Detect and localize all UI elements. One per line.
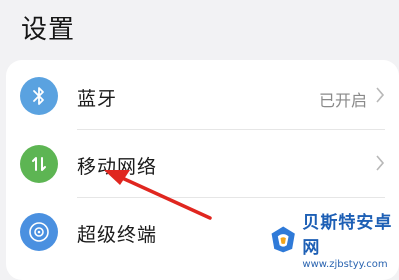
watermark-title: 贝斯特安卓网: [302, 213, 393, 258]
watermark-logo-icon: [271, 226, 295, 253]
watermark-url: www.zjbstyy.com: [302, 259, 388, 270]
watermark: 贝斯特安卓网 www.zjbstyy.com: [268, 213, 399, 270]
